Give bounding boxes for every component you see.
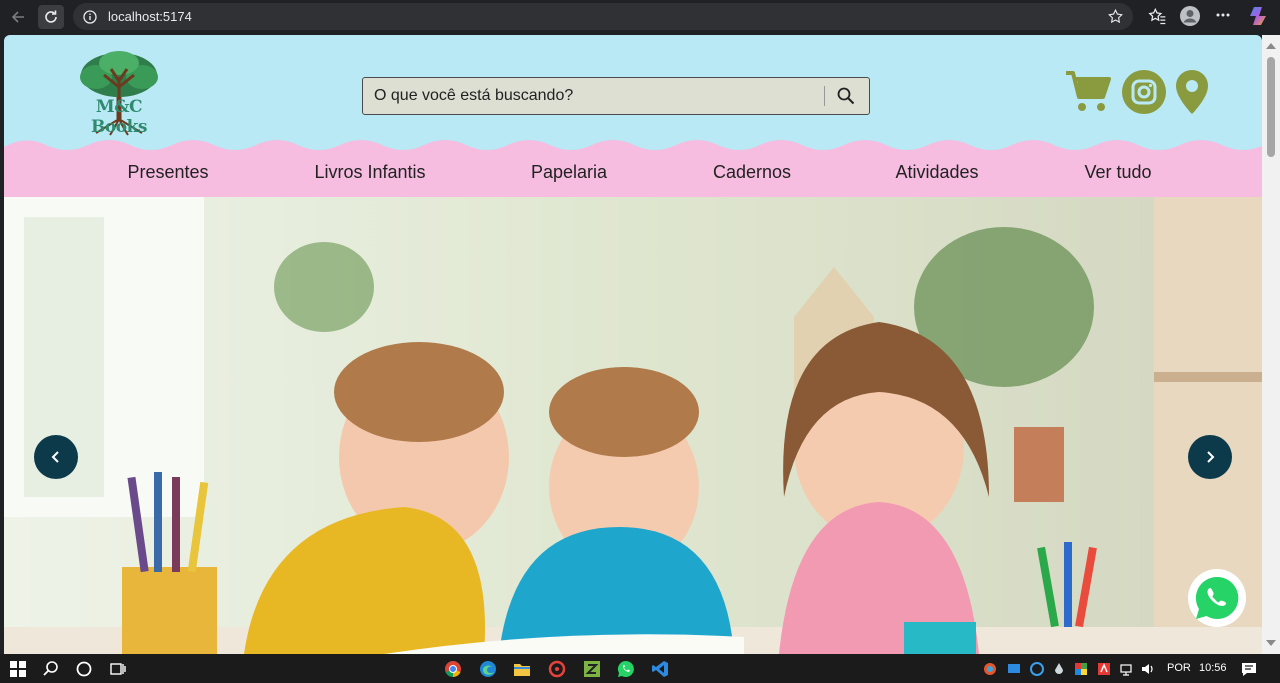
notifications-icon[interactable] [1241, 660, 1257, 678]
chrome-icon[interactable] [444, 660, 462, 678]
chevron-left-icon [51, 451, 59, 463]
vscode-icon[interactable] [651, 660, 669, 678]
edge-icon[interactable] [479, 660, 497, 678]
page-scrollbar[interactable] [1262, 35, 1280, 654]
task-view-icon[interactable] [109, 660, 127, 678]
whatsapp-taskbar-icon[interactable] [617, 660, 635, 678]
nav-item-livros-infantis[interactable]: Livros Infantis [314, 162, 425, 183]
instagram-icon[interactable] [1121, 69, 1167, 120]
tray-drop-icon[interactable] [1052, 660, 1066, 678]
carousel-next-button[interactable] [1188, 435, 1232, 479]
app-red-circle-icon[interactable] [548, 660, 566, 678]
whatsapp-icon [1195, 576, 1239, 619]
favorites-icon[interactable] [1147, 6, 1167, 31]
hero-image [4, 197, 1262, 654]
cortana-icon[interactable] [75, 660, 93, 678]
search-button[interactable] [833, 84, 859, 108]
input-language[interactable]: POR [1167, 662, 1191, 674]
search-divider [824, 86, 825, 106]
chevron-right-icon [1207, 451, 1215, 463]
address-bar[interactable]: localhost:5174 [73, 3, 1133, 30]
bookmark-star-icon[interactable] [1107, 8, 1124, 30]
app-z-icon[interactable] [583, 660, 601, 678]
location-pin-icon[interactable] [1175, 69, 1209, 120]
volume-icon[interactable] [1141, 660, 1155, 678]
back-arrow-icon[interactable] [5, 5, 31, 29]
whatsapp-button[interactable] [1188, 569, 1246, 627]
scroll-down-icon[interactable] [1266, 640, 1276, 646]
nav-item-cadernos[interactable]: Cadernos [713, 162, 791, 183]
tray-monitor-icon[interactable] [1007, 660, 1021, 678]
store-logo[interactable]: M&C Books [66, 47, 172, 137]
windows-start-icon[interactable] [9, 660, 27, 678]
hero-carousel [4, 197, 1262, 654]
scroll-up-icon[interactable] [1266, 43, 1276, 49]
nav-item-atividades[interactable]: Atividades [895, 162, 978, 183]
site-info-icon[interactable] [83, 9, 97, 24]
search-icon [837, 87, 855, 105]
network-icon[interactable] [1119, 660, 1133, 678]
nav-item-presentes[interactable]: Presentes [127, 162, 208, 183]
tray-red-app-icon[interactable] [1097, 660, 1111, 678]
tray-sync-icon[interactable] [1030, 660, 1044, 678]
taskbar-search-icon[interactable] [42, 660, 60, 678]
cart-icon[interactable] [1064, 67, 1112, 120]
search-bar [362, 77, 870, 115]
windows-taskbar: POR 10:56 [0, 654, 1280, 683]
tray-colors-icon[interactable] [1074, 660, 1088, 678]
taskbar-clock[interactable]: 10:56 [1199, 662, 1227, 674]
profile-icon[interactable] [1179, 5, 1201, 32]
carousel-prev-button[interactable] [34, 435, 78, 479]
search-input[interactable] [363, 78, 835, 114]
copilot-icon[interactable] [1248, 4, 1272, 33]
nav-item-papelaria[interactable]: Papelaria [531, 162, 607, 183]
category-nav: Presentes Livros Infantis Papelaria Cade… [4, 150, 1262, 197]
nav-item-ver-tudo[interactable]: Ver tudo [1084, 162, 1151, 183]
url-text: localhost:5174 [108, 9, 192, 24]
file-explorer-icon[interactable] [513, 660, 531, 678]
logo-text: M&C Books [91, 97, 147, 137]
browser-toolbar: localhost:5174 [0, 0, 1280, 34]
reload-icon[interactable] [38, 5, 64, 29]
more-menu-icon[interactable] [1215, 9, 1231, 30]
web-page: M&C Books Pr [4, 35, 1262, 654]
tray-app-icon[interactable] [983, 660, 997, 678]
scroll-thumb[interactable] [1267, 57, 1275, 157]
